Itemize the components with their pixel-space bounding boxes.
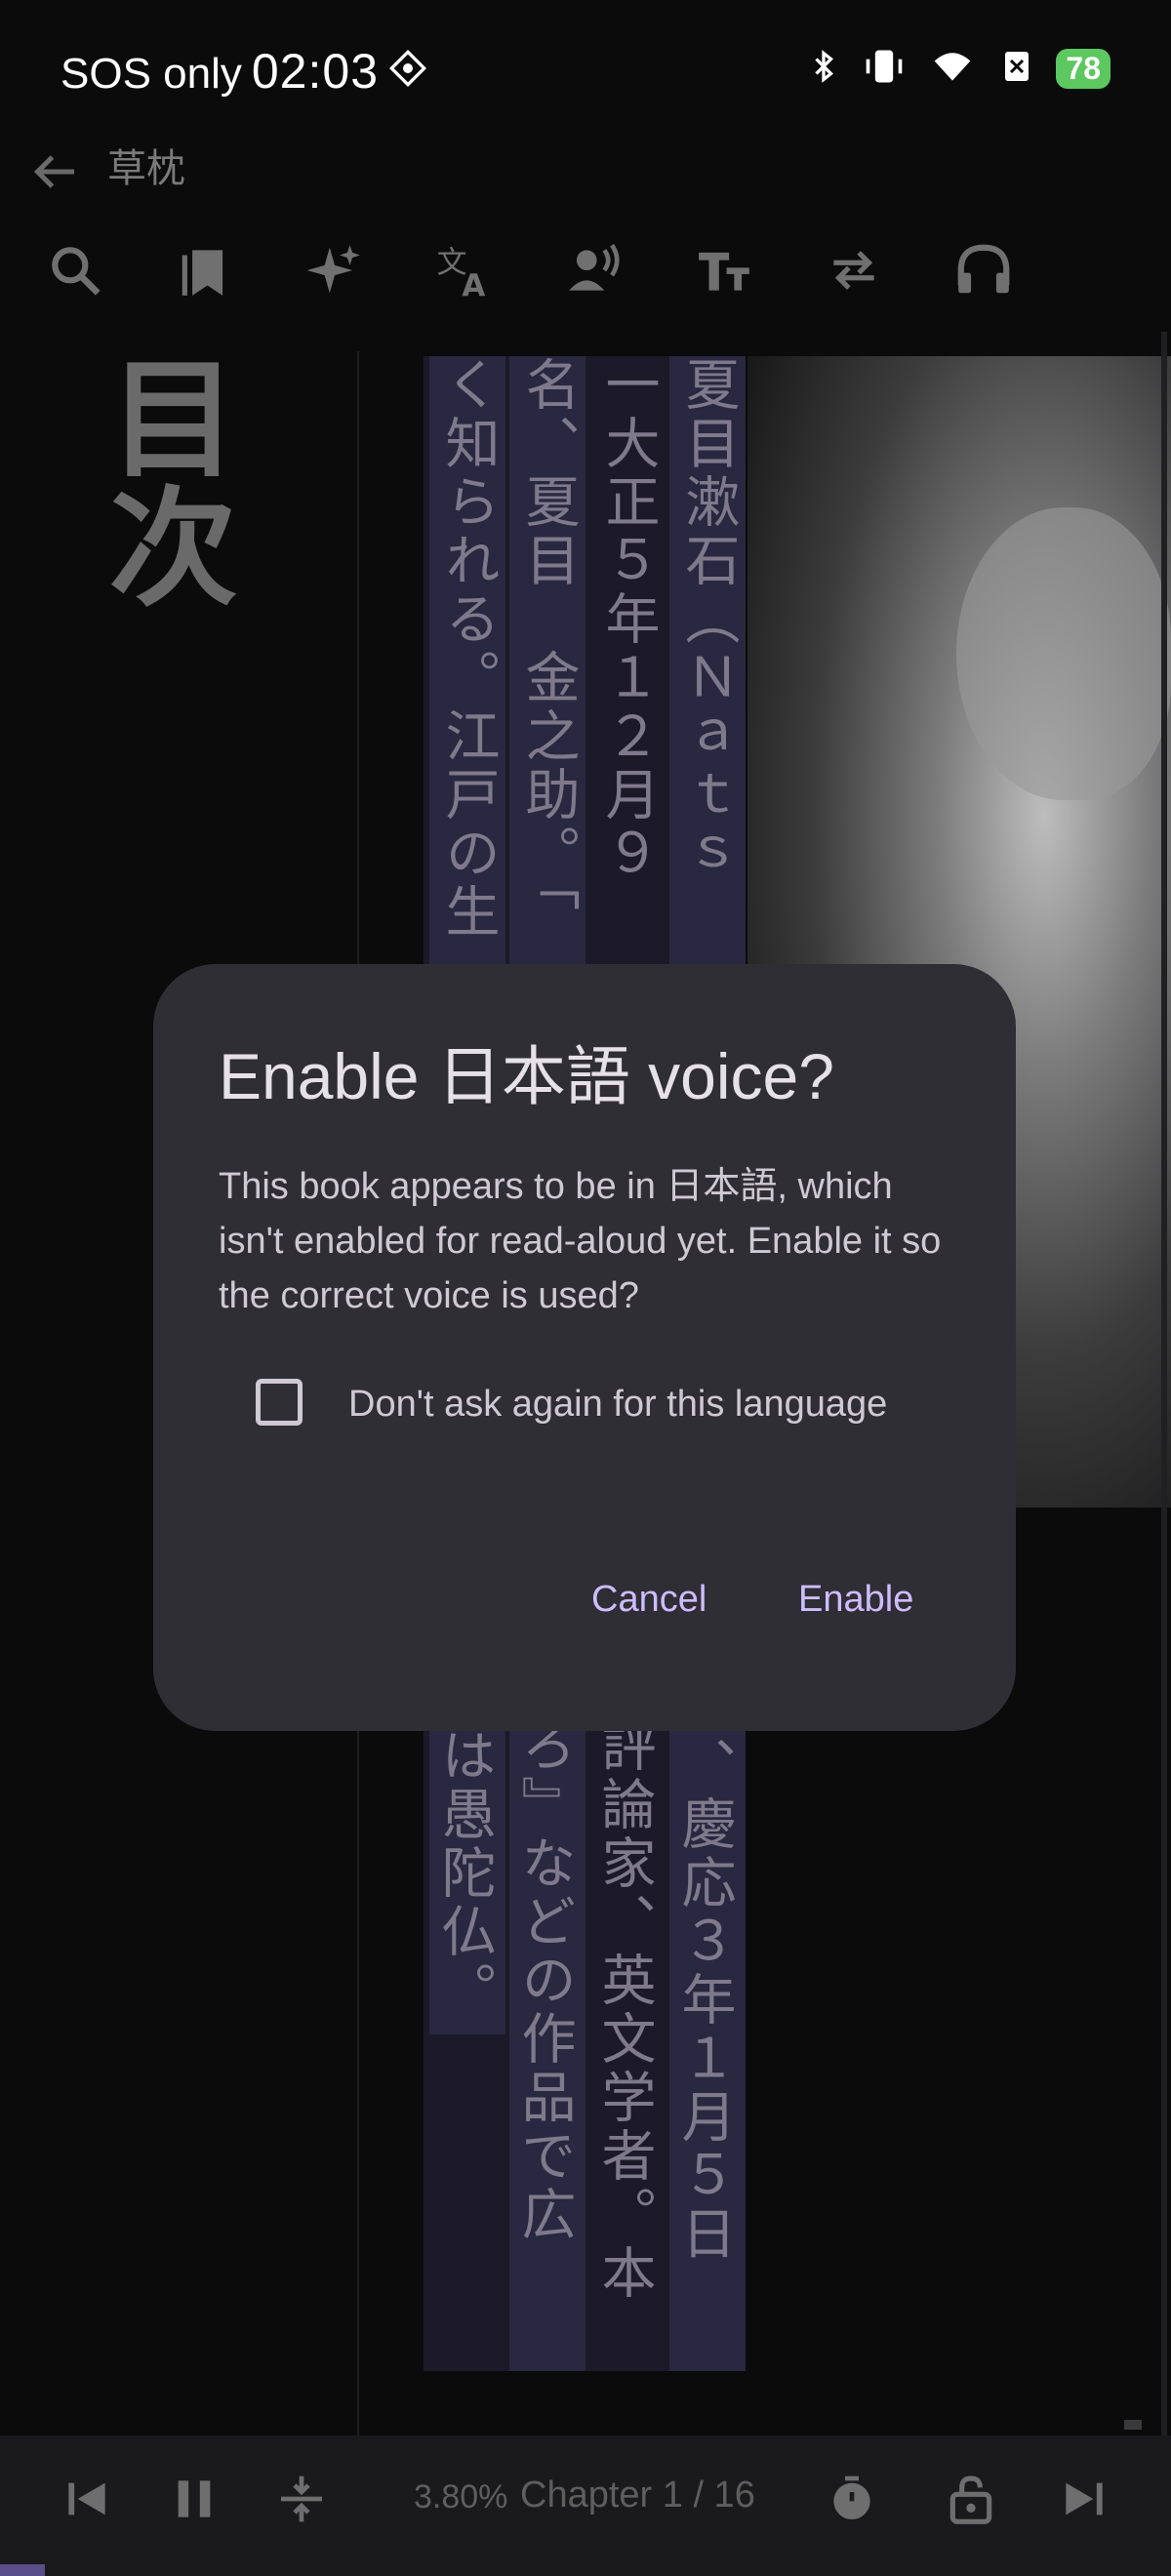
text-column-3-top: 名、夏目 金之助。「: [516, 356, 580, 914]
lock-open-icon: [949, 2475, 992, 2524]
status-left: SOS only 02:03: [61, 43, 427, 100]
arrow-back-icon: [33, 155, 74, 188]
bookmark-icon: [182, 250, 223, 296]
text-column-2-top: 一大正５年１２月９: [596, 356, 660, 883]
cancel-button[interactable]: Cancel: [591, 1579, 707, 1621]
headphones-icon: [957, 244, 1010, 294]
vibrate-icon: [863, 45, 906, 93]
pause-button[interactable]: [160, 2465, 228, 2533]
back-button[interactable]: [25, 142, 84, 201]
dont-ask-again-checkbox[interactable]: [256, 1379, 303, 1426]
audio-button[interactable]: [940, 226, 1028, 314]
search-icon: [52, 247, 101, 296]
read-aloud-icon: [569, 243, 620, 291]
clock: 02:03: [251, 44, 379, 99]
location-icon: [388, 49, 427, 99]
svg-text:A: A: [462, 268, 485, 301]
progress-percent: 3.80%: [414, 2478, 508, 2516]
text-column-3-lower: ろ』などの作品で広: [512, 1717, 576, 2244]
swap-icon: [833, 251, 874, 290]
text-column-2-lower: 評論家、英文学者。本: [592, 1717, 656, 2303]
translate-icon: 文A: [437, 246, 486, 301]
lock-button[interactable]: [937, 2465, 1005, 2533]
status-bar: SOS only 02:03 78: [0, 0, 1171, 137]
carrier-text: SOS only: [61, 50, 242, 98]
sim-icon: [999, 45, 1034, 93]
skip-previous-icon: [68, 2482, 105, 2516]
scroll-marker: [1124, 2420, 1142, 2430]
playback-bar: 3.80% Chapter 1 / 16: [0, 2435, 1171, 2576]
toc-heading: 目次: [87, 351, 238, 609]
text-column-4-top: く知られる。江戸の生: [436, 356, 500, 942]
translate-button[interactable]: 文A: [421, 226, 508, 314]
search-button[interactable]: [31, 226, 119, 314]
author-portrait-face: [956, 507, 1171, 800]
text-column-1-top: 夏目漱石（Ｎａｔｓ: [676, 356, 740, 883]
battery-indicator: 78: [1056, 49, 1110, 89]
dont-ask-again-label[interactable]: Don't ask again for this language: [348, 1384, 887, 1426]
sleep-timer-button[interactable]: [818, 2465, 886, 2533]
dialog-message: This book appears to be in 日本語, which is…: [219, 1166, 942, 1316]
text-column-4-lower: は愚陀仏。: [432, 1727, 496, 2020]
reader-toolbar: 文A: [0, 226, 1171, 314]
text-size-button[interactable]: [680, 226, 768, 314]
reading-progress-bar: [0, 2564, 45, 2576]
text-column-1-lower: 、慶応３年１月５日: [672, 1737, 736, 2264]
sparkle-icon: [306, 245, 360, 294]
bluetooth-icon: [806, 45, 841, 93]
pause-icon: [178, 2480, 211, 2517]
timer-icon: [833, 2475, 870, 2519]
chapter-indicator: Chapter 1 / 16: [520, 2475, 755, 2516]
read-aloud-button[interactable]: [550, 226, 638, 314]
vertical-align-center-icon: [281, 2475, 322, 2522]
enable-voice-dialog: Enable 日本語 voice? This book appears to b…: [153, 964, 1016, 1731]
previous-chapter-button[interactable]: [53, 2465, 121, 2533]
skip-next-icon: [1066, 2482, 1103, 2516]
dialog-title: Enable 日本語 voice?: [219, 1040, 834, 1112]
book-title: 草枕: [107, 147, 185, 190]
status-right: 78: [806, 45, 1110, 93]
bookmarks-button[interactable]: [161, 226, 249, 314]
wifi-icon: [927, 45, 978, 93]
scrollbar[interactable]: [1161, 332, 1167, 2517]
ai-button[interactable]: [291, 226, 379, 314]
scroll-mode-button[interactable]: [267, 2465, 336, 2533]
text-size-icon: [699, 252, 749, 291]
swap-button[interactable]: [810, 226, 898, 314]
enable-button[interactable]: Enable: [798, 1579, 913, 1621]
next-chapter-button[interactable]: [1050, 2465, 1118, 2533]
